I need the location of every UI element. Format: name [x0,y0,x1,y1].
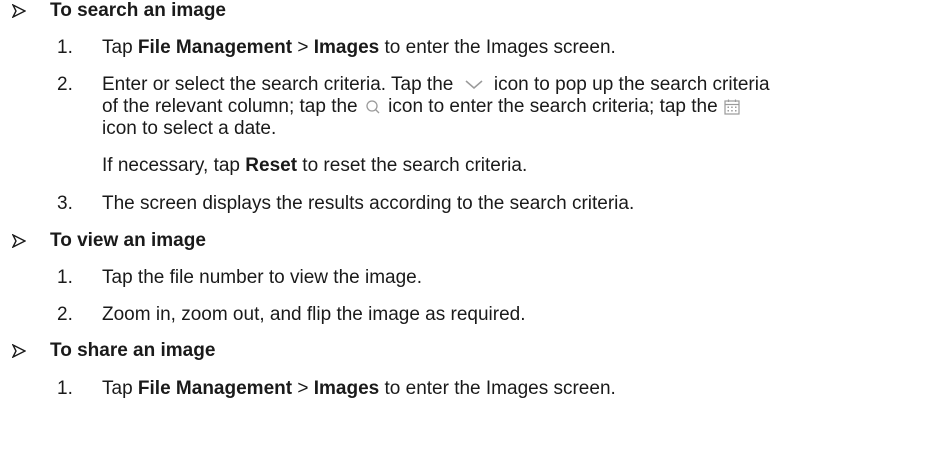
step-text: Tap the file number to view the image. [102,267,423,288]
step-text: Tap File Management > Images to enter th… [102,37,616,58]
step-text: of the relevant column; tap the icon to … [102,96,741,118]
step-number: 3. [57,193,73,214]
step-text: The screen displays the results accordin… [102,193,635,214]
step-note: If necessary, tap Reset to reset the sea… [102,155,528,176]
step-number: 1. [57,267,73,288]
step-text: Enter or select the search criteria. Tap… [102,74,770,95]
search-icon [363,98,383,116]
calendar-icon [723,98,741,116]
section-title: To search an image [50,0,226,21]
step-text: Tap File Management > Images to enter th… [102,378,616,399]
section-title: To view an image [50,230,206,251]
step-number: 2. [57,74,73,95]
section-title: To share an image [50,340,216,361]
arrow-bullet-icon [12,234,26,248]
chevron-down-icon [459,77,489,93]
step-number: 1. [57,37,73,58]
step-text: icon to select a date. [102,118,277,139]
arrow-bullet-icon [12,4,26,18]
step-number: 2. [57,304,73,325]
step-text: Zoom in, zoom out, and flip the image as… [102,304,526,325]
arrow-bullet-icon [12,344,26,358]
step-number: 1. [57,378,73,399]
